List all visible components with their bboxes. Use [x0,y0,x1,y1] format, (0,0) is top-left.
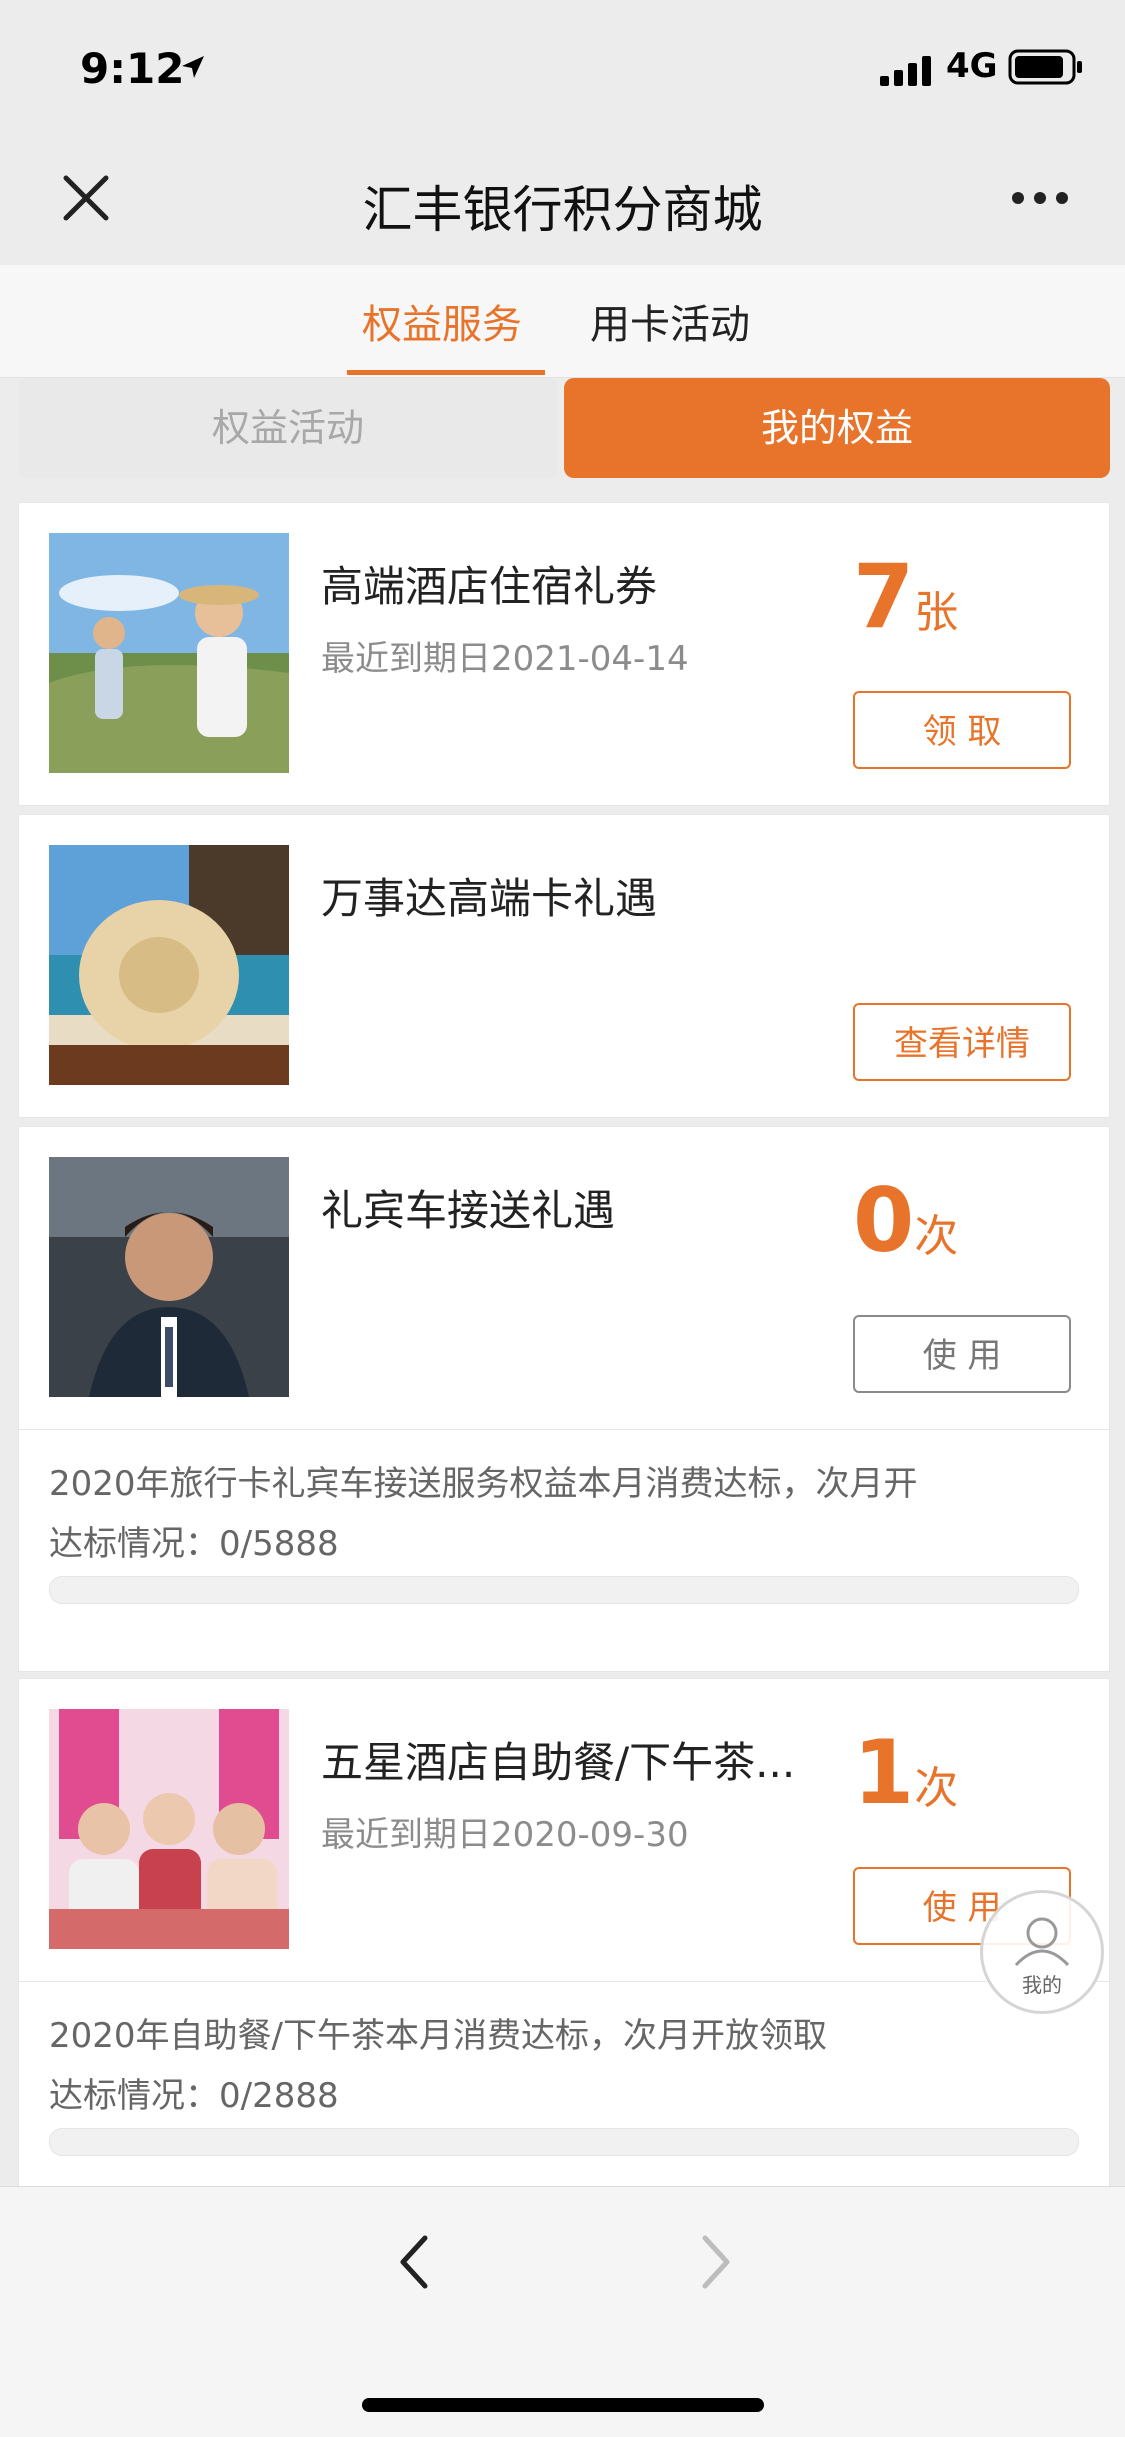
progress-status: 达标情况：0/2888 [49,2076,339,2116]
tab-benefit-services[interactable]: 权益服务 [362,292,522,350]
card-title: 礼宾车接送礼遇 [321,1186,616,1235]
card-title: 五星酒店自助餐/下午茶... [321,1738,796,1787]
card-count: 7张 [853,545,958,648]
count-number: 7 [853,545,915,648]
buffet-benefit-image [49,1709,289,1949]
user-icon [1014,1917,1070,1967]
tab-card-activities[interactable]: 用卡活动 [590,292,750,350]
card-title: 高端酒店住宿礼券 [321,562,658,611]
segment-benefit-activities[interactable]: 权益活动 [18,378,558,478]
network-label: 4G [946,46,998,86]
hotel-voucher-image [49,533,289,773]
card-count: 1次 [853,1721,958,1824]
claim-button[interactable]: 领 取 [853,691,1071,769]
count-unit: 次 [914,1211,959,1262]
chauffeur-benefit-image [49,1157,289,1397]
use-button[interactable]: 使 用 [853,1315,1071,1393]
progress-section: 2020年旅行卡礼宾车接送服务权益本月消费达标，次月开 达标情况：0/5888 [19,1429,1109,1672]
more-icon[interactable] [1010,190,1070,206]
count-number: 1 [853,1721,915,1824]
mastercard-benefit-image [49,845,289,1085]
card-title: 万事达高端卡礼遇 [321,874,658,923]
benefit-card-chauffeur[interactable]: 礼宾车接送礼遇 0次 使 用 2020年旅行卡礼宾车接送服务权益本月消费达标，次… [18,1126,1110,1672]
tab-active-indicator [347,370,545,375]
card-expiry: 最近到期日2021-04-14 [321,639,689,679]
my-account-label: 我的 [1022,1973,1062,1997]
my-account-float-button[interactable]: 我的 [980,1890,1104,2014]
signal-icon [880,56,931,86]
back-icon[interactable] [395,2232,435,2292]
benefit-card-hotel-voucher[interactable]: 高端酒店住宿礼券 最近到期日2021-04-14 7张 领 取 [18,502,1110,806]
count-unit: 张 [914,587,959,638]
location-arrow-icon [182,56,204,78]
progress-bar [49,2128,1079,2156]
status-time: 9:12 [80,44,185,93]
home-indicator [362,2398,764,2412]
segment-my-benefits[interactable]: 我的权益 [564,378,1110,478]
battery-icon [1008,49,1082,85]
card-count: 0次 [853,1169,958,1272]
tab-bar [0,265,1125,378]
page-title: 汇丰银行积分商城 [362,181,763,239]
count-number: 0 [853,1169,915,1272]
progress-bar [49,1576,1079,1604]
benefit-card-mastercard[interactable]: 万事达高端卡礼遇 查看详情 [18,814,1110,1118]
progress-status: 达标情况：0/5888 [49,1524,339,1564]
status-bar: 9:12 4G [0,0,1125,140]
progress-description: 2020年自助餐/下午茶本月消费达标，次月开放领取 [49,2016,827,2056]
progress-description: 2020年旅行卡礼宾车接送服务权益本月消费达标，次月开 [49,1464,918,1504]
progress-section: 2020年自助餐/下午茶本月消费达标，次月开放领取 达标情况：0/2888 [19,1981,1109,2200]
card-expiry: 最近到期日2020-09-30 [321,1815,689,1855]
count-unit: 次 [914,1763,959,1814]
view-details-button[interactable]: 查看详情 [853,1003,1071,1081]
benefit-card-buffet[interactable]: 五星酒店自助餐/下午茶... 最近到期日2020-09-30 1次 使 用 20… [18,1678,1110,2200]
forward-icon[interactable] [695,2232,735,2292]
